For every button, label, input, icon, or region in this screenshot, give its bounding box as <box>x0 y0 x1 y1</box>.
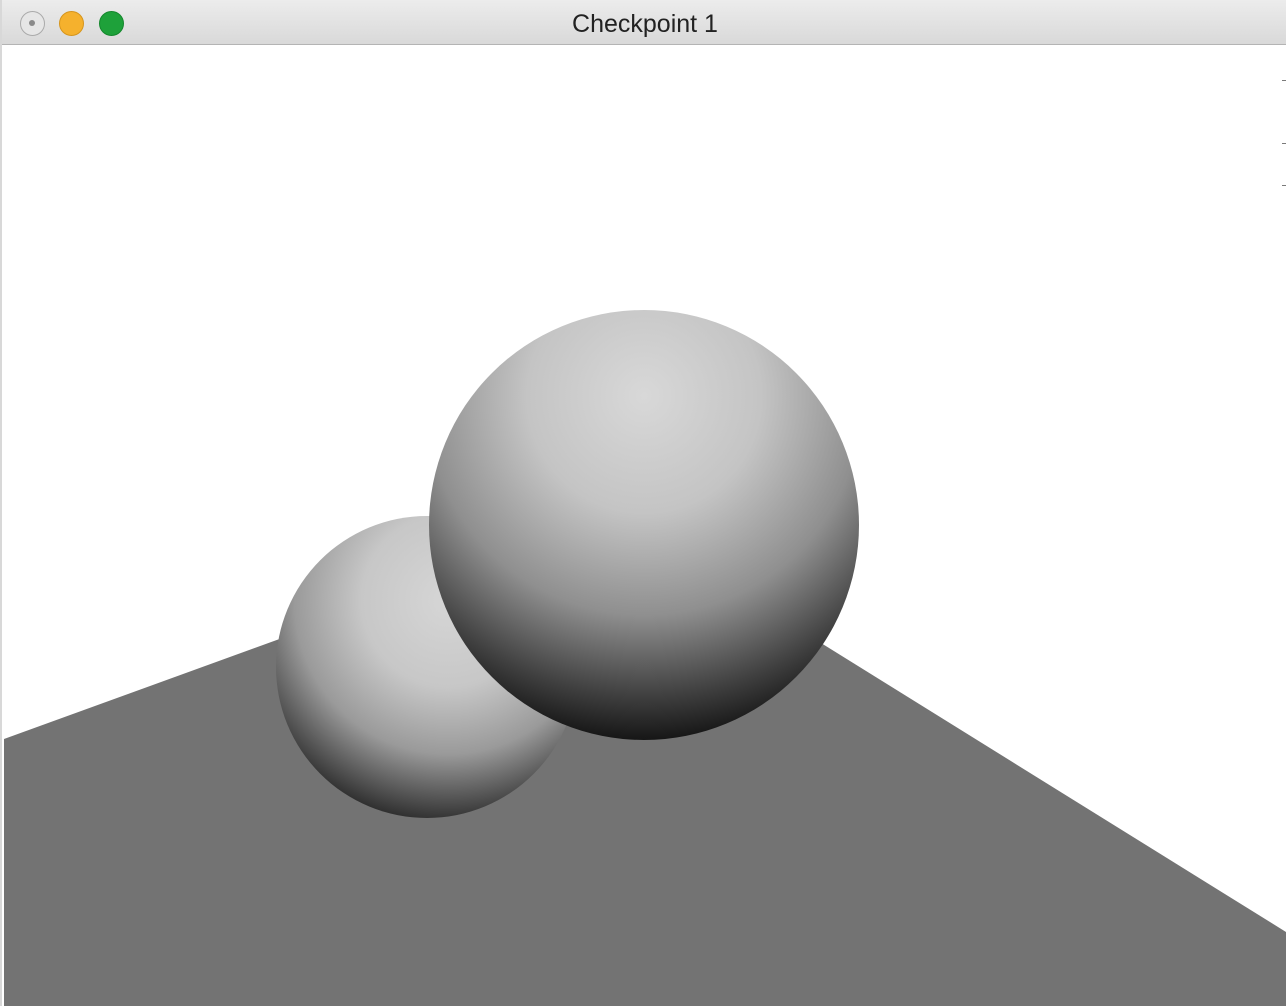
edge-tick <box>1282 143 1286 144</box>
large-sphere <box>429 310 859 740</box>
edge-tick <box>1282 80 1286 81</box>
title-bar[interactable]: Checkpoint 1 <box>2 0 1286 45</box>
render-canvas[interactable] <box>4 45 1286 1006</box>
edge-tick <box>1282 185 1286 186</box>
window-title: Checkpoint 1 <box>572 10 718 38</box>
app-window: Checkpoint 1 <box>0 0 1286 1006</box>
render-scene <box>4 45 1286 1006</box>
